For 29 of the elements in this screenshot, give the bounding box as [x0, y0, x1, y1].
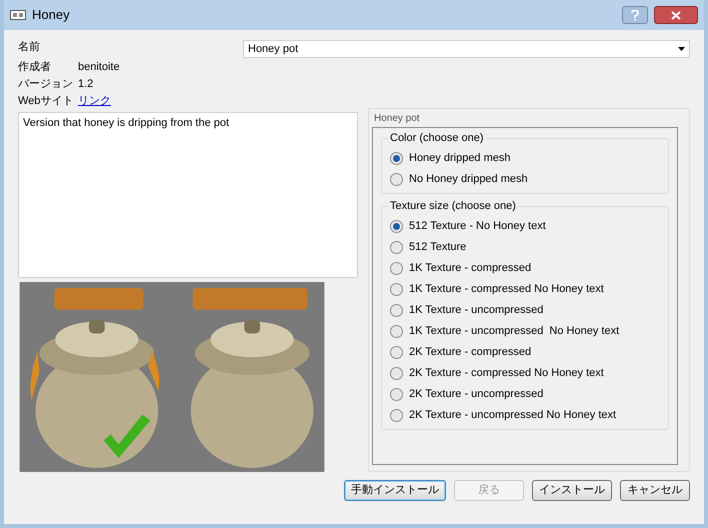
dialog-button[interactable]: 手動インストール	[344, 480, 446, 501]
description-text: Version that honey is dripping from the pot	[23, 116, 230, 129]
name-dropdown[interactable]: Honey pot	[243, 40, 690, 58]
description-box[interactable]: Version that honey is dripping from the pot	[18, 112, 358, 278]
radio-option[interactable]: 1K Texture - uncompressed	[390, 303, 660, 318]
radio-option[interactable]: No Honey dripped mesh	[390, 172, 660, 187]
radio-option[interactable]: 1K Texture - uncompressed No Honey text	[390, 324, 660, 339]
field-value: benitoite	[78, 60, 120, 75]
name-label: 名前	[18, 40, 40, 55]
group-legend: Color (choose one)	[388, 132, 486, 145]
radio-option[interactable]: 1K Texture - compressed No Honey text	[390, 282, 660, 297]
radio-option[interactable]: 2K Texture - uncompressed No Honey text	[390, 408, 660, 423]
radio-option[interactable]: 512 Texture	[390, 240, 660, 255]
dialog-button[interactable]: キャンセル	[620, 480, 690, 501]
radio-option[interactable]: Honey dripped mesh	[390, 151, 660, 166]
group-legend: Texture size (choose one)	[388, 200, 518, 213]
radio-option[interactable]: 2K Texture - compressed	[390, 345, 660, 360]
field-label: バージョン	[18, 76, 74, 92]
dialog-button[interactable]: インストール	[532, 480, 612, 501]
field-label: Webサイト	[18, 94, 74, 109]
website-link[interactable]: リンク	[78, 92, 111, 110]
group-title: Honey pot	[374, 112, 421, 126]
field-value: 1.2	[78, 76, 94, 92]
radio-option[interactable]: 2K Texture - compressed No Honey text	[390, 366, 660, 381]
window-title: Honey	[32, 6, 70, 24]
radio-option[interactable]: 2K Texture - uncompressed	[390, 387, 660, 402]
radio-option[interactable]: 512 Texture - No Honey text	[390, 219, 660, 234]
radio-option[interactable]: 1K Texture - compressed	[390, 261, 660, 276]
field-label: 作成者	[18, 60, 52, 75]
